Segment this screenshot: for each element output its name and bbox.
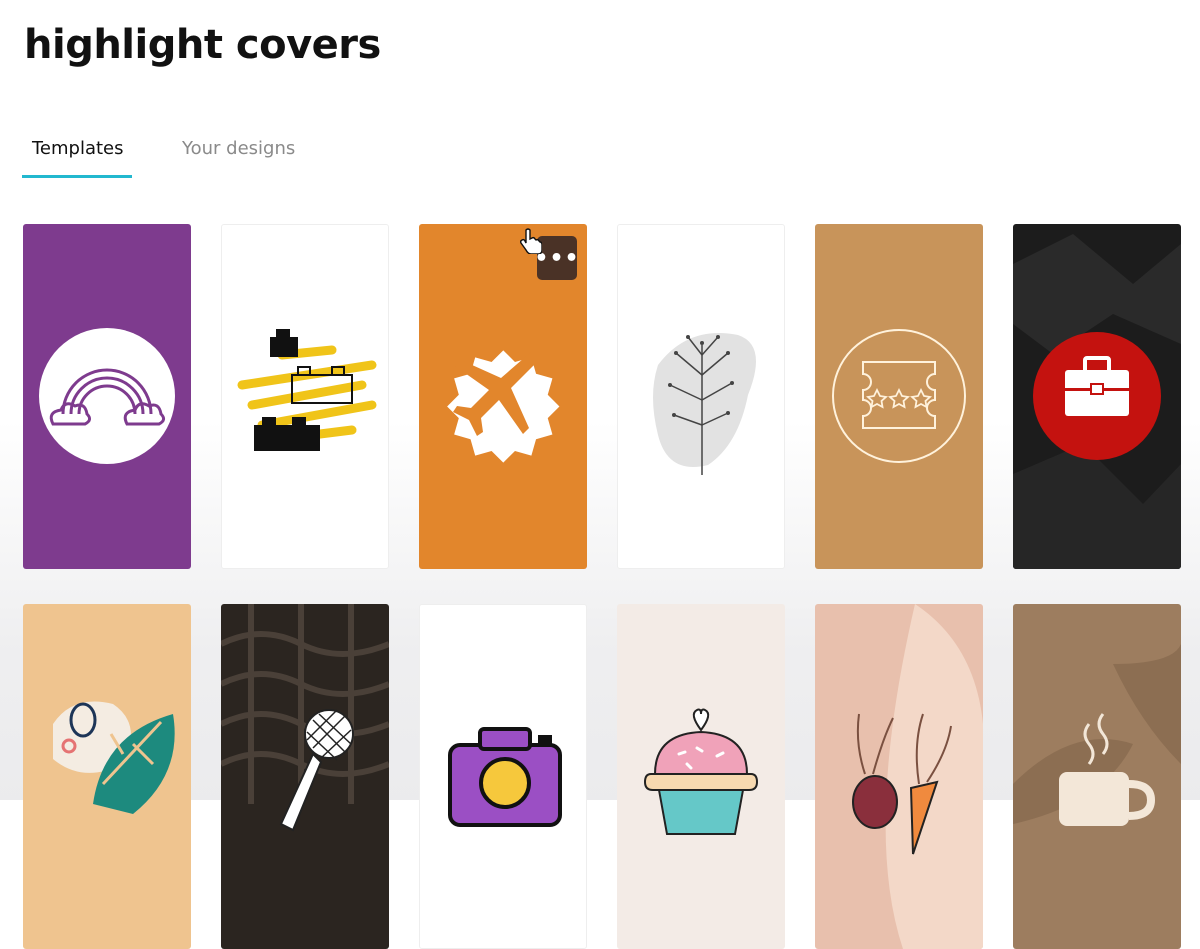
tab-templates[interactable]: Templates [22, 136, 132, 178]
template-card-airplane[interactable]: ••• [419, 224, 587, 569]
hand-cursor-icon [520, 228, 542, 254]
more-options-button[interactable]: ••• [534, 236, 579, 280]
template-card-rainbow[interactable] [23, 224, 191, 569]
page-title: highlight covers [24, 22, 381, 68]
template-card-vegetables[interactable] [815, 604, 983, 949]
microphone-icon [221, 604, 389, 832]
tab-your-designs[interactable]: Your designs [172, 136, 305, 178]
camera-icon [448, 727, 562, 827]
template-card-monstera[interactable] [23, 604, 191, 949]
vegetables-icon [852, 604, 983, 949]
cupcake-icon [643, 708, 759, 835]
monstera-leaf-icon [53, 701, 175, 814]
coffee-cup-icon [1013, 644, 1181, 826]
lego-icon [237, 329, 377, 451]
tab-bar: Templates Your designs [22, 136, 305, 180]
rainbow-icon [39, 328, 175, 464]
template-card-lego[interactable] [221, 224, 389, 569]
briefcase-icon [1013, 234, 1181, 569]
template-card-briefcase[interactable] [1013, 224, 1181, 569]
plant-icon [653, 333, 756, 475]
template-card-coffee[interactable] [1013, 604, 1181, 949]
ticket-icon [832, 329, 966, 463]
template-card-cupcake[interactable] [617, 604, 785, 949]
template-card-microphone[interactable] [221, 604, 389, 949]
template-card-plant[interactable] [617, 224, 785, 569]
template-card-ticket[interactable] [815, 224, 983, 569]
template-card-camera[interactable] [419, 604, 587, 949]
